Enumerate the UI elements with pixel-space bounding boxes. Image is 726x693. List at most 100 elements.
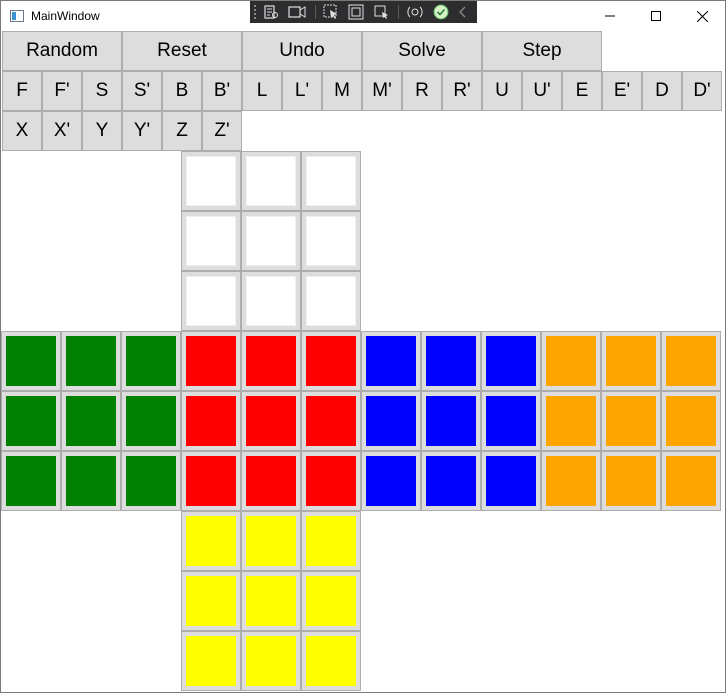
sticker-orange [666,456,716,506]
close-button[interactable] [679,1,725,31]
sticker-green [6,456,56,506]
title-bar: MainWindow [1,1,725,31]
live-visual-tree-icon[interactable] [263,4,279,20]
cube-cell [301,511,361,571]
cube-cell [601,451,661,511]
cube-cell [1,451,61,511]
sticker-orange [546,336,596,386]
move-button-d-prime[interactable]: D' [682,71,722,111]
sticker-yellow [306,636,356,686]
video-icon[interactable] [288,4,306,20]
solve-button[interactable]: Solve [362,31,482,71]
cube-cell [241,151,301,211]
sticker-blue [486,456,536,506]
move-button-b-prime[interactable]: B' [202,71,242,111]
sticker-yellow [306,516,356,566]
grip-icon[interactable] [254,5,257,19]
move-button-y-prime[interactable]: Y' [122,111,162,151]
face-right [361,331,541,511]
move-button-d[interactable]: D [642,71,682,111]
cube-cell [1,391,61,451]
sticker-yellow [186,516,236,566]
close-icon [696,10,708,22]
cube-cell [301,571,361,631]
cube-cell [301,331,361,391]
cube-cell [61,331,121,391]
undo-button[interactable]: Undo [242,31,362,71]
cube-cell [241,391,301,451]
move-button-l[interactable]: L [242,71,282,111]
check-icon[interactable] [433,4,449,20]
sticker-white [186,216,236,266]
move-button-r[interactable]: R [402,71,442,111]
move-button-y[interactable]: Y [82,111,122,151]
sticker-orange [546,456,596,506]
move-button-x-prime[interactable]: X' [42,111,82,151]
move-button-x[interactable]: X [2,111,42,151]
sticker-green [66,396,116,446]
move-button-b[interactable]: B [162,71,202,111]
command-toolbar: Random Reset Undo Solve Step [2,31,602,71]
move-button-m[interactable]: M [322,71,362,111]
maximize-icon [651,11,661,21]
move-button-u[interactable]: U [482,71,522,111]
sticker-orange [606,336,656,386]
cube-cell [481,451,541,511]
chevron-left-icon[interactable] [458,4,468,20]
reset-button[interactable]: Reset [122,31,242,71]
face-up [181,151,361,331]
cube-cell [661,331,721,391]
track-focus-icon[interactable] [373,4,389,20]
step-button[interactable]: Step [482,31,602,71]
move-button-e-prime[interactable]: E' [602,71,642,111]
cube-cell [481,331,541,391]
sticker-red [246,456,296,506]
cube-cell [481,391,541,451]
sticker-green [6,396,56,446]
sticker-blue [426,456,476,506]
move-button-s[interactable]: S [82,71,122,111]
cube-cell [241,331,301,391]
minimize-button[interactable] [587,1,633,31]
move-button-l-prime[interactable]: L' [282,71,322,111]
move-toolbar-row-1: F F' S S' B B' L L' M M' R R' U U' E E' D D' [2,71,722,111]
maximize-button[interactable] [633,1,679,31]
cube-cell [121,391,181,451]
sticker-yellow [246,516,296,566]
sticker-white [246,156,296,206]
cube-cell [661,391,721,451]
display-layout-adorners-icon[interactable] [348,4,364,20]
sticker-red [306,336,356,386]
move-toolbar-row-2: X X' Y Y' Z Z' [2,111,242,151]
sticker-yellow [246,576,296,626]
cube-cell [421,391,481,451]
sticker-white [306,156,356,206]
hot-reload-icon[interactable] [406,4,424,20]
sticker-yellow [246,636,296,686]
move-button-z-prime[interactable]: Z' [202,111,242,151]
cube-cell [541,331,601,391]
move-button-s-prime[interactable]: S' [122,71,162,111]
move-button-u-prime[interactable]: U' [522,71,562,111]
cube-cell [541,391,601,451]
move-button-z[interactable]: Z [162,111,202,151]
sticker-orange [606,396,656,446]
move-button-r-prime[interactable]: R' [442,71,482,111]
sticker-blue [486,396,536,446]
sticker-white [186,156,236,206]
cube-cell [181,511,241,571]
sticker-yellow [186,576,236,626]
cube-cell [301,451,361,511]
random-button[interactable]: Random [2,31,122,71]
move-button-e[interactable]: E [562,71,602,111]
select-element-icon[interactable] [323,4,339,20]
move-button-f[interactable]: F [2,71,42,111]
move-button-f-prime[interactable]: F' [42,71,82,111]
cube-cell [1,331,61,391]
sticker-red [186,456,236,506]
cube-cell [241,451,301,511]
cube-cell [181,451,241,511]
sticker-blue [426,336,476,386]
sticker-blue [426,396,476,446]
move-button-m-prime[interactable]: M' [362,71,402,111]
